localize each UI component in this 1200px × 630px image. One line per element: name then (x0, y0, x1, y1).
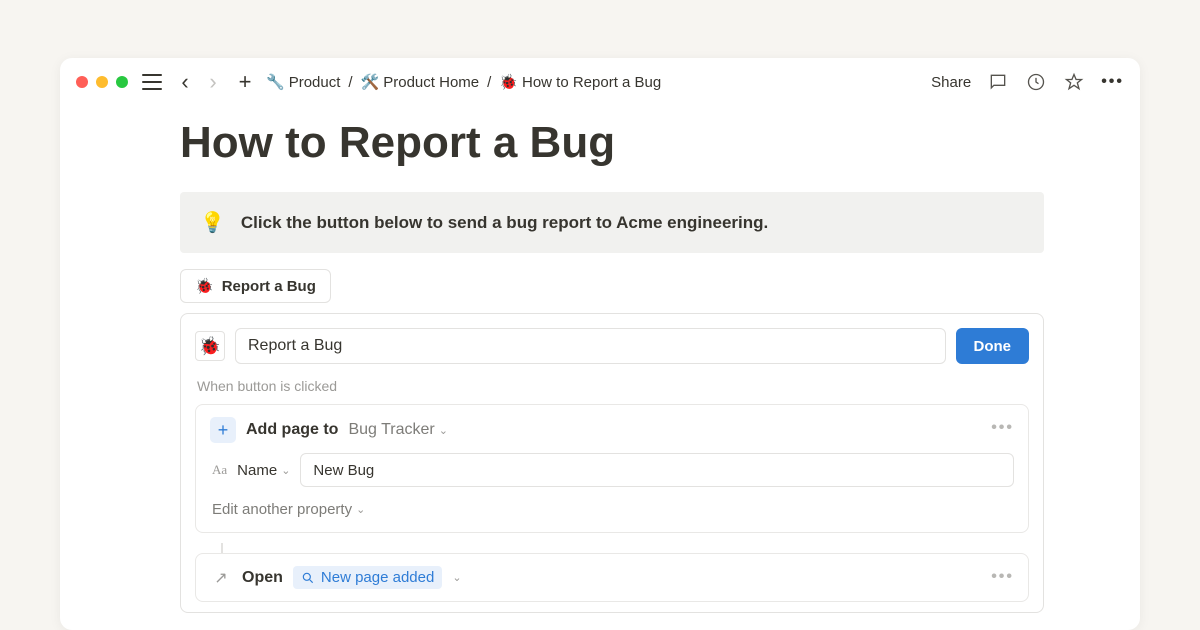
step-target-label: Bug Tracker (348, 421, 434, 439)
close-window-icon[interactable] (76, 76, 88, 88)
breadcrumb-separator: / (485, 74, 493, 91)
sidebar-toggle-icon[interactable] (142, 74, 162, 90)
edit-another-property[interactable]: Edit another property ⌄ (210, 497, 1014, 520)
property-row: Aa Name ⌄ (210, 453, 1014, 487)
property-value-input[interactable] (300, 453, 1014, 487)
step-header: + Add page to Bug Tracker ⌄ (210, 417, 1014, 443)
open-arrow-icon: ↗ (210, 567, 232, 589)
window-controls (76, 76, 128, 88)
ladybug-icon: 🐞 (499, 73, 518, 91)
report-bug-button[interactable]: 🐞 Report a Bug (180, 269, 331, 303)
property-name-picker[interactable]: Name ⌄ (237, 462, 290, 479)
nav-back-button[interactable]: ‹ (174, 71, 196, 93)
property-name-label: Name (237, 462, 277, 479)
config-header: 🐞 Done (195, 328, 1029, 364)
button-config-panel: 🐞 Done When button is clicked ••• + Add … (180, 313, 1044, 613)
topbar-actions: Share ••• (931, 71, 1124, 93)
breadcrumb-label: Product Home (383, 74, 479, 91)
comments-icon[interactable] (987, 71, 1009, 93)
breadcrumb-item-product[interactable]: 🔧 Product (266, 73, 340, 91)
nav-forward-button[interactable]: › (202, 71, 224, 93)
topbar: ‹ › + 🔧 Product / 🛠️ Product Home / 🐞 Ho… (60, 58, 1140, 106)
chevron-down-icon: ⌄ (356, 503, 365, 516)
chevron-down-icon: ⌄ (439, 424, 448, 437)
wrench-icon: 🔧 (266, 73, 285, 91)
tools-icon: 🛠️ (361, 73, 380, 91)
breadcrumb-label: Product (289, 74, 341, 91)
step-add-page: ••• + Add page to Bug Tracker ⌄ Aa Name … (195, 404, 1029, 533)
ladybug-icon: 🐞 (195, 277, 214, 295)
breadcrumb-item-product-home[interactable]: 🛠️ Product Home (361, 73, 480, 91)
done-button[interactable]: Done (956, 328, 1030, 364)
plus-icon: + (210, 417, 236, 443)
updates-icon[interactable] (1025, 71, 1047, 93)
app-window: ‹ › + 🔧 Product / 🛠️ Product Home / 🐞 Ho… (60, 58, 1140, 630)
edit-another-label: Edit another property (212, 501, 352, 518)
lightbulb-icon: 💡 (200, 210, 225, 235)
button-icon-picker[interactable]: 🐞 (195, 331, 225, 361)
favorite-icon[interactable] (1063, 71, 1085, 93)
share-button[interactable]: Share (931, 74, 971, 91)
step-action-label: Open (242, 569, 283, 587)
callout-text: Click the button below to send a bug rep… (241, 213, 768, 233)
step-action-label: Add page to (246, 421, 338, 439)
breadcrumb-label: How to Report a Bug (522, 74, 661, 91)
trigger-label: When button is clicked (197, 378, 1029, 394)
step-more-icon[interactable]: ••• (991, 568, 1014, 586)
step-more-icon[interactable]: ••• (991, 419, 1014, 437)
new-page-button[interactable]: + (234, 71, 256, 93)
page-content: How to Report a Bug 💡 Click the button b… (60, 106, 1140, 613)
button-label: Report a Bug (222, 278, 316, 295)
pill-label: New page added (321, 569, 434, 586)
page-title: How to Report a Bug (180, 118, 1044, 168)
minimize-window-icon[interactable] (96, 76, 108, 88)
open-target-pill[interactable]: New page added (293, 566, 442, 589)
button-name-input[interactable] (235, 328, 946, 364)
chevron-down-icon: ⌄ (452, 571, 461, 584)
breadcrumb-separator: / (346, 74, 354, 91)
step-header: ↗ Open New page added ⌄ (210, 566, 1014, 589)
nav-arrows: ‹ › (174, 71, 224, 93)
step-open-page: ••• ↗ Open New page added ⌄ (195, 553, 1029, 602)
step-connector (221, 543, 223, 553)
search-icon (301, 571, 315, 585)
more-menu-icon[interactable]: ••• (1101, 73, 1124, 91)
step-target-picker[interactable]: Bug Tracker ⌄ (348, 421, 447, 439)
breadcrumb-item-current[interactable]: 🐞 How to Report a Bug (499, 73, 661, 91)
breadcrumb: 🔧 Product / 🛠️ Product Home / 🐞 How to R… (266, 73, 661, 91)
maximize-window-icon[interactable] (116, 76, 128, 88)
callout-block: 💡 Click the button below to send a bug r… (180, 192, 1044, 253)
text-type-icon: Aa (212, 462, 227, 478)
chevron-down-icon: ⌄ (281, 464, 290, 477)
